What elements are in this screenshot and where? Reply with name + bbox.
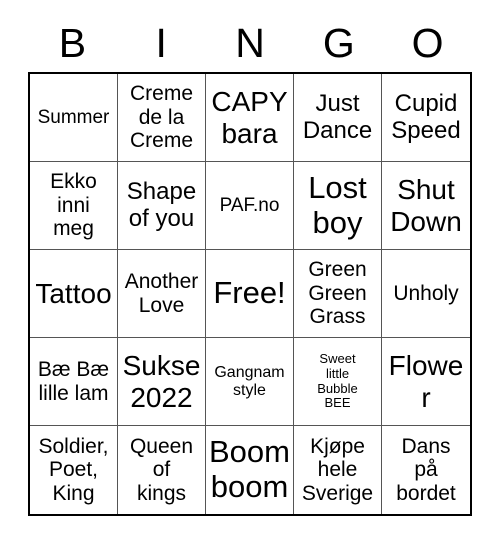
bingo-cell-g4[interactable]: Sweet little Bubble BEE xyxy=(294,338,382,426)
bingo-cell-label: Sweet little Bubble BEE xyxy=(317,351,358,411)
bingo-cell-o2[interactable]: Shut Down xyxy=(382,162,470,250)
bingo-header-letters: B I N G O xyxy=(28,14,472,72)
bingo-cell-label: CAPY bara xyxy=(211,86,288,149)
bingo-cell-label: Free! xyxy=(213,275,286,311)
bingo-cell-label: Bæ Bæ lille lam xyxy=(37,357,110,405)
bingo-cell-label: Summer xyxy=(37,106,110,128)
bingo-cell-label: Dans på bordet xyxy=(396,434,456,505)
bingo-cell-b5[interactable]: Soldier, Poet, King xyxy=(30,426,118,514)
bingo-cell-label: Another Love xyxy=(124,269,199,317)
bingo-cell-label: Just Dance xyxy=(302,89,373,144)
bingo-cell-g5[interactable]: Kjøpe hele Sverige xyxy=(294,426,382,514)
bingo-cell-label: Sukse 2022 xyxy=(122,350,201,413)
bingo-cell-n2[interactable]: PAF.no xyxy=(206,162,294,250)
bingo-cell-i5[interactable]: Queen of kings xyxy=(118,426,206,514)
bingo-cell-label: PAF.no xyxy=(219,194,280,216)
bingo-cell-b4[interactable]: Bæ Bæ lille lam xyxy=(30,338,118,426)
header-letter-i: I xyxy=(155,19,167,66)
header-letter-o: O xyxy=(411,19,444,66)
bingo-cell-label: Kjøpe hele Sverige xyxy=(301,434,374,505)
bingo-cell-label: Tattoo xyxy=(35,277,112,309)
bingo-cell-n5[interactable]: Boom boom xyxy=(206,426,294,514)
bingo-cell-label: Gangnam style xyxy=(214,363,285,399)
bingo-cell-i1[interactable]: Creme de la Creme xyxy=(118,74,206,162)
bingo-cell-i2[interactable]: Shape of you xyxy=(118,162,206,250)
bingo-cell-label: Shape of you xyxy=(126,177,197,232)
bingo-grid: Summer Creme de la Creme CAPY bara Just … xyxy=(28,72,472,516)
bingo-cell-g3[interactable]: Green Green Grass xyxy=(294,250,382,338)
bingo-cell-label: Shut Down xyxy=(390,174,462,237)
header-letter-g: G xyxy=(322,19,355,66)
bingo-cell-label: Ekko inni meg xyxy=(50,170,97,241)
bingo-cell-i3[interactable]: Another Love xyxy=(118,250,206,338)
bingo-cell-o5[interactable]: Dans på bordet xyxy=(382,426,470,514)
bingo-cell-label: Creme de la Creme xyxy=(129,82,193,153)
bingo-card: B I N G O Summer Creme de la Creme CAPY … xyxy=(0,0,500,544)
bingo-cell-o4[interactable]: Flower xyxy=(382,338,470,426)
bingo-cell-label: Unholy xyxy=(393,281,459,305)
bingo-cell-g2[interactable]: Lost boy xyxy=(294,162,382,250)
bingo-cell-i4[interactable]: Sukse 2022 xyxy=(118,338,206,426)
header-letter-n: N xyxy=(235,19,265,66)
header-letter-b: B xyxy=(58,19,87,66)
bingo-cell-label: Cupid Speed xyxy=(391,89,461,144)
bingo-cell-label: Boom boom xyxy=(209,434,290,504)
bingo-cell-b2[interactable]: Ekko inni meg xyxy=(30,162,118,250)
bingo-cell-b3[interactable]: Tattoo xyxy=(30,250,118,338)
bingo-cell-o3[interactable]: Unholy xyxy=(382,250,470,338)
bingo-cell-label: Lost boy xyxy=(308,169,367,240)
bingo-cell-label: Queen of kings xyxy=(129,434,194,505)
bingo-cell-b1[interactable]: Summer xyxy=(30,74,118,162)
bingo-cell-label: Flower xyxy=(388,350,464,413)
bingo-cell-n4[interactable]: Gangnam style xyxy=(206,338,294,426)
bingo-cell-o1[interactable]: Cupid Speed xyxy=(382,74,470,162)
bingo-cell-free-space[interactable]: Free! xyxy=(206,250,294,338)
bingo-cell-label: Soldier, Poet, King xyxy=(38,434,109,505)
bingo-cell-label: Green Green Grass xyxy=(308,258,367,329)
bingo-cell-n1[interactable]: CAPY bara xyxy=(206,74,294,162)
bingo-cell-g1[interactable]: Just Dance xyxy=(294,74,382,162)
